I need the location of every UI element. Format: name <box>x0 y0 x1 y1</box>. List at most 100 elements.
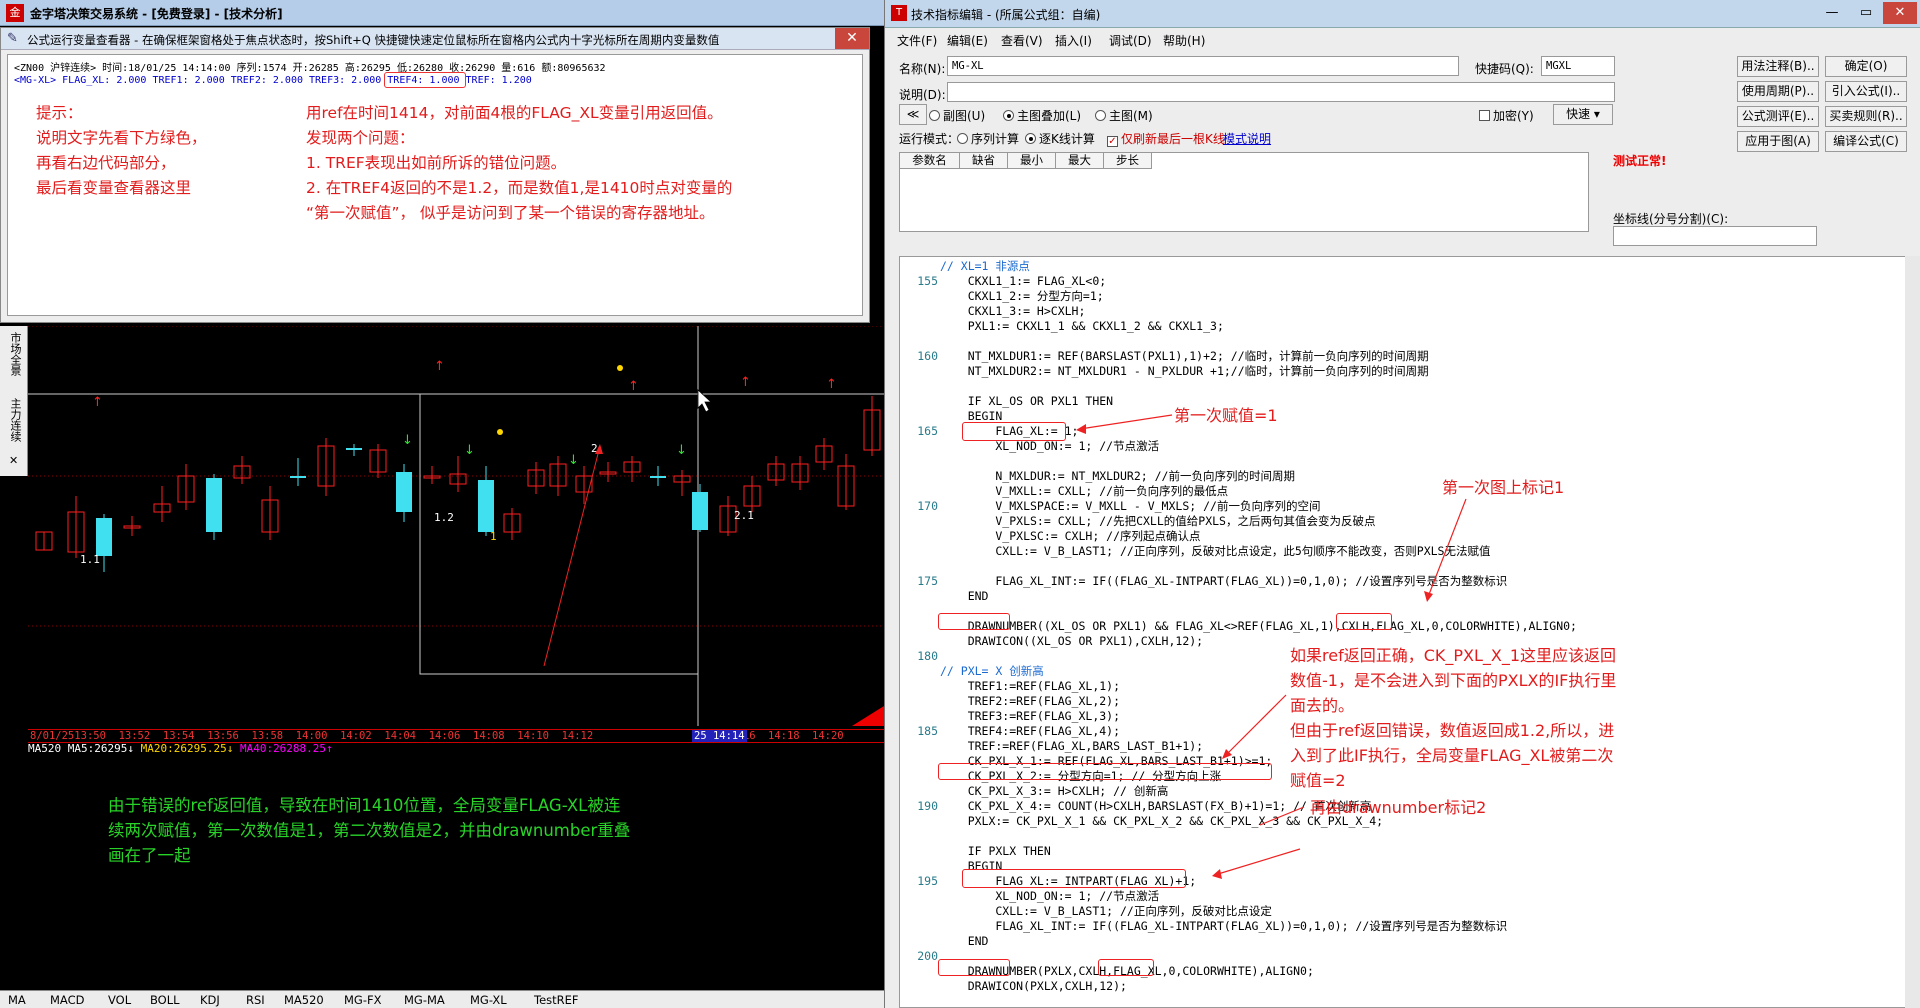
market-overview-tab[interactable]: 市场全景 <box>7 332 23 376</box>
chart-label: 1.1 <box>80 553 100 566</box>
indicator-tab[interactable]: MA <box>8 993 26 1007</box>
chart-label: 1.2 <box>434 511 454 524</box>
up-arrow-icon: ↑ <box>628 379 639 394</box>
radio-bar-calc[interactable]: 逐K线计算 <box>1025 130 1095 147</box>
compile-formula-button[interactable]: 编译公式(C) <box>1825 131 1907 152</box>
radio-main-overlay[interactable]: 主图叠加(L) <box>1003 107 1081 124</box>
radio-sequence-calc[interactable]: 序列计算 <box>957 130 1019 147</box>
editor-menubar: 文件(F) 编辑(E) 查看(V) 插入(I) 调试(D) 帮助(H) <box>885 29 1920 49</box>
close-icon[interactable]: ✕ <box>9 454 18 467</box>
indicator-tab[interactable]: MACD <box>50 993 84 1007</box>
time-tick: 14:18 <box>768 730 800 742</box>
minimize-button[interactable]: — <box>1817 2 1847 24</box>
time-tick: 14:12 <box>561 730 594 742</box>
chart-label: 1 <box>490 530 497 543</box>
time-tick: 13:58 <box>251 730 284 742</box>
close-button[interactable]: ✕ <box>1883 2 1917 24</box>
editor-logo-icon: T <box>891 5 907 21</box>
code-editor[interactable]: // XL=1 非源点 155 CKXL1_1:= FLAG_XL<0; CKXL… <box>899 256 1906 1008</box>
radio-sub-chart[interactable]: 副图(U) <box>929 107 985 124</box>
indicator-tab[interactable]: BOLL <box>150 993 180 1007</box>
collapse-button[interactable]: ≪ <box>899 104 927 125</box>
up-arrow-icon: ↑ <box>826 377 837 392</box>
formula-eval-button[interactable]: 公式测评(E).. <box>1737 106 1819 127</box>
menu-view[interactable]: 查看(V) <box>1001 32 1043 49</box>
hotkey-input[interactable]: MGXL <box>1541 56 1615 76</box>
checkbox-label: 仅刷新最后一根K线 <box>1121 132 1225 146</box>
candle-body <box>650 476 666 478</box>
desc-line: “第一次赋值”， 似乎是访问到了某一个错误的寄存器地址。 <box>306 204 715 222</box>
radio-label: 副图(U) <box>943 109 986 123</box>
usage-notes-button[interactable]: 用法注释(B).. <box>1737 56 1819 77</box>
checkbox-icon: ✓ <box>1107 136 1118 147</box>
mode-help-link[interactable]: 模式说明 <box>1223 130 1271 147</box>
name-label: 名称(N): <box>899 62 946 76</box>
main-window: 金 金字塔决策交易系统 - [免费登录] - [技术分析] ✎ 公式运行变量查看… <box>0 0 884 1008</box>
radio-main-chart[interactable]: 主图(M) <box>1095 107 1153 124</box>
candle-body <box>478 480 494 532</box>
indicator-tab[interactable]: VOL <box>108 993 131 1007</box>
ma-value: MA520 <box>28 742 62 755</box>
trade-rules-button[interactable]: 买卖规则(R).. <box>1825 106 1907 127</box>
radio-icon <box>1095 110 1106 121</box>
selection-rectangle <box>419 393 699 675</box>
indicator-tab[interactable]: TestREF <box>534 993 579 1007</box>
menu-help[interactable]: 帮助(H) <box>1163 32 1205 49</box>
maximize-button[interactable]: ▭ <box>1851 2 1881 24</box>
editor-scrollbar[interactable] <box>1905 256 1920 1008</box>
encrypt-checkbox[interactable]: 加密(Y) <box>1479 107 1534 124</box>
candle-body <box>290 476 306 478</box>
indicator-tab[interactable]: KDJ <box>200 993 220 1007</box>
col-default: 缺省 <box>960 153 1008 169</box>
radio-icon <box>1003 110 1014 121</box>
indicator-tab[interactable]: RSI <box>246 993 265 1007</box>
chart-label: 2.1 <box>734 509 754 522</box>
col-step: 步长 <box>1104 153 1152 169</box>
annotation-arrows <box>1076 414 1467 879</box>
viewer-titlebar[interactable]: ✎ 公式运行变量查看器 - 在确保框架窗格处于焦点状态时，按Shift+Q 快捷… <box>1 28 869 50</box>
ma-value: MA20:26295.25↓ <box>133 742 234 755</box>
radio-icon <box>929 110 940 121</box>
menu-insert[interactable]: 插入(I) <box>1055 32 1092 49</box>
col-param-name: 参数名 <box>900 153 960 169</box>
description-input[interactable] <box>947 82 1615 102</box>
time-tick: 13:50 <box>74 730 106 742</box>
description-label: 说明(D): <box>899 88 946 102</box>
only-last-bar-checkbox[interactable]: ✓ 仅刷新最后一根K线 <box>1107 130 1225 147</box>
indicator-tab[interactable]: MG-FX <box>344 993 381 1007</box>
indicator-tab[interactable]: MG-XL <box>470 993 507 1007</box>
ma-line: MA520 MA5:26295↓ MA20:26295.25↓ MA40:262… <box>28 742 884 758</box>
indicator-tab[interactable]: MA520 <box>284 993 324 1007</box>
ok-button[interactable]: 确定(O) <box>1825 56 1907 77</box>
checkbox-icon <box>1479 110 1490 121</box>
radio-icon <box>1025 133 1036 144</box>
indicator-tab[interactable]: MG-MA <box>404 993 445 1007</box>
axis-label: 坐标线(分号分割)(C): <box>1613 212 1729 226</box>
time-tick: 14:10 <box>517 730 549 742</box>
time-tick: 13:56 <box>207 730 239 742</box>
hint-note: 提示： 说明文字先看下方绿色， 再看右边代码部分， 最后看变量查看器这里 <box>36 101 207 201</box>
time-tick: 14:02 <box>340 730 372 742</box>
green-explanation-note: 由于错误的ref返回值，导致在时间1410位置，全局变量FLAG-XL被连 续两… <box>108 793 630 868</box>
viewer-close-button[interactable]: ✕ <box>835 28 869 49</box>
use-period-button[interactable]: 使用周期(P).. <box>1737 81 1819 102</box>
params-table[interactable]: 参数名 缺省 最小 最大 步长 <box>899 152 1589 232</box>
run-mode-label: 运行模式： <box>899 132 960 146</box>
apply-to-chart-button[interactable]: 应用于图(A) <box>1737 131 1819 152</box>
main-contract-tab[interactable]: 主力连续 <box>7 398 23 442</box>
radio-label: 逐K线计算 <box>1039 132 1095 146</box>
time-tick: 13:54 <box>162 730 195 742</box>
import-formula-button[interactable]: 引入公式(I).. <box>1825 81 1907 102</box>
menu-file[interactable]: 文件(F) <box>897 32 937 49</box>
menu-edit[interactable]: 编辑(E) <box>947 32 988 49</box>
time-tick: 14:20 <box>812 730 844 742</box>
radio-label: 主图叠加(L) <box>1017 109 1082 123</box>
quick-button[interactable]: 快速 ▾ <box>1553 104 1613 125</box>
menu-debug[interactable]: 调试(D) <box>1109 32 1152 49</box>
candle-body <box>206 478 222 532</box>
axis-input[interactable] <box>1613 226 1817 246</box>
indicator-tabs: MA MACD VOL BOLL KDJ RSI MA520 MG-FX MG-MA MG-XL T… <box>0 990 884 1008</box>
candlestick-chart[interactable]: ↑↑↑ ↑ ↑↓↓↓↓ 1.1 1.2 1 2 2.1 <box>28 326 884 726</box>
name-input[interactable]: MG-XL <box>947 56 1459 76</box>
editor-titlebar: T 技术指标编辑 - (所属公式组：自编) — ▭ ✕ <box>885 0 1920 28</box>
